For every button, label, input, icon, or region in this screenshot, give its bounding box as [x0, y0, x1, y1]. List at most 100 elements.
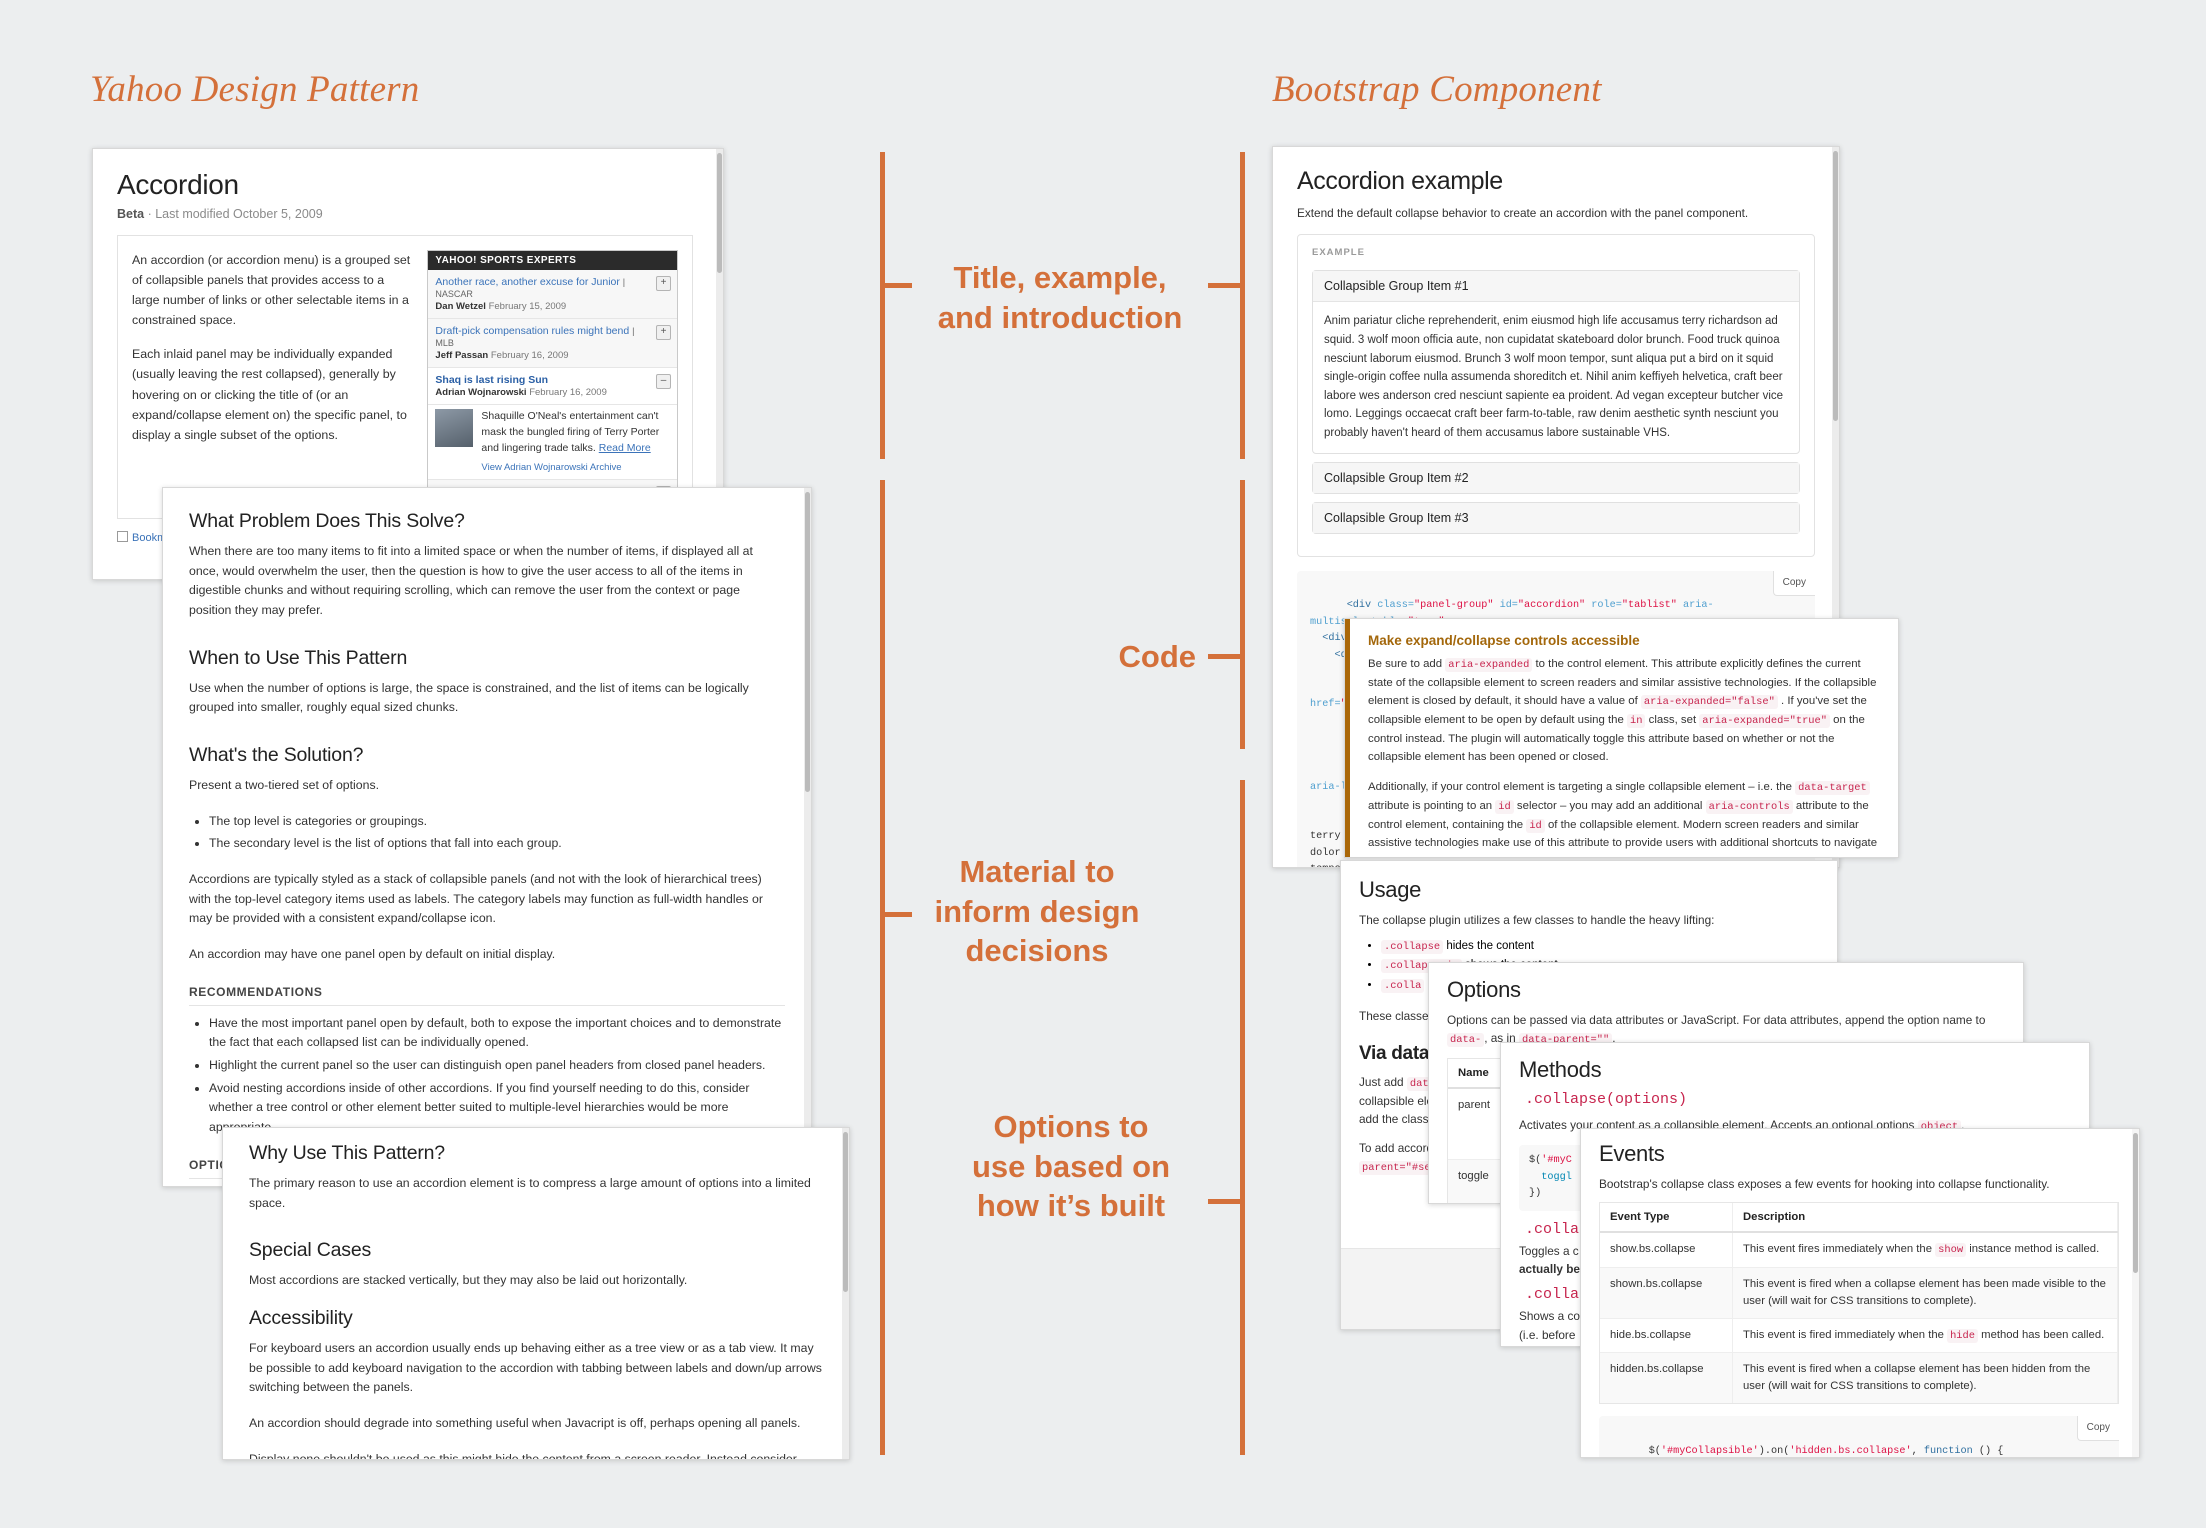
heading-what-problem: What Problem Does This Solve? — [189, 510, 465, 532]
label-line-3: decisions — [965, 933, 1109, 969]
event-description: This event is fired when a collapse elem… — [1732, 1352, 2118, 1404]
bootstrap-events-content: Events Bootstrap's collapse class expose… — [1581, 1129, 2139, 1457]
event-description: This event fires immediately when the sh… — [1732, 1231, 2118, 1268]
widget-row-title[interactable]: Draft-pick compensation rules might bend… — [435, 325, 670, 349]
methods-heading: Methods — [1519, 1057, 1602, 1082]
usage-heading: Usage — [1359, 877, 1422, 902]
row-author: Adrian Wojnarowski — [435, 387, 527, 398]
row-date: February 15, 2009 — [488, 301, 567, 312]
accordion-header[interactable]: Collapsible Group Item #1 — [1313, 271, 1799, 303]
checkbox-icon[interactable] — [117, 531, 128, 543]
para-styled: Accordions are typically styled as a sta… — [189, 872, 763, 926]
heading-special-cases: Special Cases — [249, 1239, 372, 1262]
row-date: February 16, 2009 — [490, 350, 569, 361]
callout-para-1: Be sure to add aria-expanded to the cont… — [1368, 658, 1877, 764]
copy-button[interactable]: Copy — [1772, 570, 1815, 596]
bracket-left-middle-tick — [880, 912, 912, 917]
panel-scrollbar[interactable] — [804, 488, 811, 1186]
table-row: show.bs.collapse This event fires immedi… — [1600, 1231, 2118, 1268]
label-text: Code — [1118, 639, 1197, 674]
inline-code: id — [1495, 799, 1514, 814]
panel-scrollbar[interactable] — [2132, 1129, 2139, 1457]
pattern-intro-p2: Each inlaid panel may be individually ex… — [132, 347, 407, 442]
inline-code: .collapse — [1381, 940, 1444, 955]
accordion-header[interactable]: Collapsible Group Item #3 — [1313, 502, 1799, 533]
event-description: This event is fired immediately when the… — [1732, 1317, 2118, 1353]
expand-plus-icon[interactable]: + — [656, 325, 671, 340]
collapse-minus-icon[interactable]: – — [656, 374, 671, 389]
copy-button[interactable]: Copy — [2076, 1416, 2119, 1442]
inline-code: hide — [1947, 1328, 1979, 1343]
col-event-type: Event Type — [1600, 1203, 1733, 1234]
inline-code: data-target — [1795, 780, 1870, 795]
event-description: This event is fired when a collapse elem… — [1732, 1266, 2118, 1319]
heading-when-to-use: When to Use This Pattern — [189, 646, 408, 669]
bracket-right-top — [1240, 152, 1245, 459]
inline-code: data- — [1447, 1033, 1485, 1048]
inline-code: aria-controls — [1705, 799, 1793, 814]
collapsible-group-item-2[interactable]: Collapsible Group Item #2 — [1312, 461, 1800, 494]
pattern-title: Accordion — [117, 169, 239, 200]
bootstrap-example-lead: Extend the default collapse behavior to … — [1297, 206, 1749, 220]
desc-bold: actually be — [1519, 1261, 1580, 1276]
pattern-modified-date: · Last modified October 5, 2009 — [147, 207, 323, 221]
pattern-problem-panel[interactable]: What Problem Does This Solve? When there… — [162, 487, 812, 1187]
para-what-problem: When there are too many items to fit int… — [189, 544, 753, 618]
collapsible-group-item-3[interactable]: Collapsible Group Item #3 — [1312, 501, 1800, 534]
pattern-example-box: An accordion (or accordion menu) is a gr… — [117, 235, 693, 520]
pattern-status-badge: Beta — [117, 207, 145, 221]
bootstrap-example-title: Accordion example — [1297, 167, 1503, 195]
event-type: hidden.bs.collapse — [1600, 1352, 1733, 1404]
pattern-why-content: Why Use This Pattern? The primary reason… — [223, 1128, 849, 1460]
widget-row-title[interactable]: Another race, another excuse for Junior … — [435, 276, 670, 300]
para-default-open: An accordion may have one panel open by … — [189, 947, 556, 962]
pattern-intro-p1: An accordion (or accordion menu) is a gr… — [132, 253, 411, 328]
bootstrap-events-panel[interactable]: Events Bootstrap's collapse class expose… — [1580, 1128, 2140, 1458]
widget-row[interactable]: + Draft-pick compensation rules might be… — [428, 319, 677, 368]
table-row: hide.bs.collapse This event is fired imm… — [1600, 1317, 2118, 1353]
col-description: Description — [1732, 1203, 2118, 1234]
widget-header: YAHOO! SPORTS EXPERTS — [428, 251, 677, 270]
archive-link[interactable]: View Adrian Wojnarowski Archive — [428, 462, 677, 479]
para-access-3: Display none shouldn't be used as this m… — [249, 1451, 797, 1460]
list-item: Highlight the current panel so the user … — [209, 1056, 785, 1076]
list-item: Have the most important panel open by de… — [209, 1014, 785, 1053]
widget-row-expanded[interactable]: – Shaq is last rising Sun Adrian Wojnaro… — [428, 368, 677, 405]
table-header-row: Event Type Description — [1600, 1203, 2118, 1234]
row-title-text: Draft-pick compensation rules might bend — [435, 325, 630, 337]
connector-label-material: Material to inform design decisions — [912, 852, 1162, 971]
usage-lead: The collapse plugin utilizes a few class… — [1359, 913, 1715, 927]
events-table-wrap: Event Type Description show.bs.collapse … — [1599, 1202, 2119, 1405]
yahoo-sports-experts-widget[interactable]: YAHOO! SPORTS EXPERTS + Another race, an… — [427, 250, 678, 519]
panel-scrollbar[interactable] — [842, 1128, 849, 1459]
bootstrap-accessibility-callout-panel[interactable]: Make expand/collapse controls accessible… — [1344, 618, 1899, 858]
callout-para-2: Additionally, if your control element is… — [1368, 780, 1878, 857]
bracket-right-code-tick — [1208, 654, 1240, 659]
widget-row[interactable]: + Another race, another excuse for Junio… — [428, 270, 677, 319]
pattern-problem-content: What Problem Does This Solve? When there… — [163, 488, 811, 1186]
expand-plus-icon[interactable]: + — [656, 276, 671, 291]
bracket-left-top-tick — [880, 283, 912, 288]
events-heading: Events — [1599, 1141, 1665, 1166]
desc-text-2: (i.e. before — [1519, 1327, 1576, 1342]
accordion-header[interactable]: Collapsible Group Item #2 — [1313, 462, 1799, 493]
widget-row-meta: Dan Wetzel February 15, 2009 — [435, 301, 670, 312]
bracket-left-middle — [880, 480, 885, 1455]
inline-code: aria-expanded — [1445, 658, 1533, 672]
collapsible-group-item-1[interactable]: Collapsible Group Item #1 Anim pariatur … — [1312, 270, 1800, 454]
para-special-cases: Most accordions are stacked vertically, … — [249, 1273, 688, 1288]
row-title-text: Another race, another excuse for Junior — [435, 276, 620, 288]
pattern-why-panel[interactable]: Why Use This Pattern? The primary reason… — [222, 1127, 850, 1460]
event-type: hide.bs.collapse — [1600, 1317, 1733, 1353]
label-line-2: use based on — [971, 1148, 1171, 1184]
label-line-3: how it’s built — [976, 1188, 1166, 1224]
read-more-link[interactable]: Read More — [599, 442, 651, 454]
bootstrap-example-box: EXAMPLE Collapsible Group Item #1 Anim p… — [1297, 234, 1815, 557]
inline-code: show — [1935, 1243, 1967, 1258]
row-author: Dan Wetzel — [435, 301, 486, 312]
desc-pre: This event fires immediately when the — [1743, 1243, 1936, 1256]
para-when-to-use: Use when the number of options is large,… — [189, 680, 749, 715]
widget-row-body: Shaquille O'Neal's entertainment can't m… — [428, 405, 677, 462]
widget-row-title[interactable]: Shaq is last rising Sun — [435, 374, 670, 386]
inline-code: id — [1526, 818, 1545, 833]
